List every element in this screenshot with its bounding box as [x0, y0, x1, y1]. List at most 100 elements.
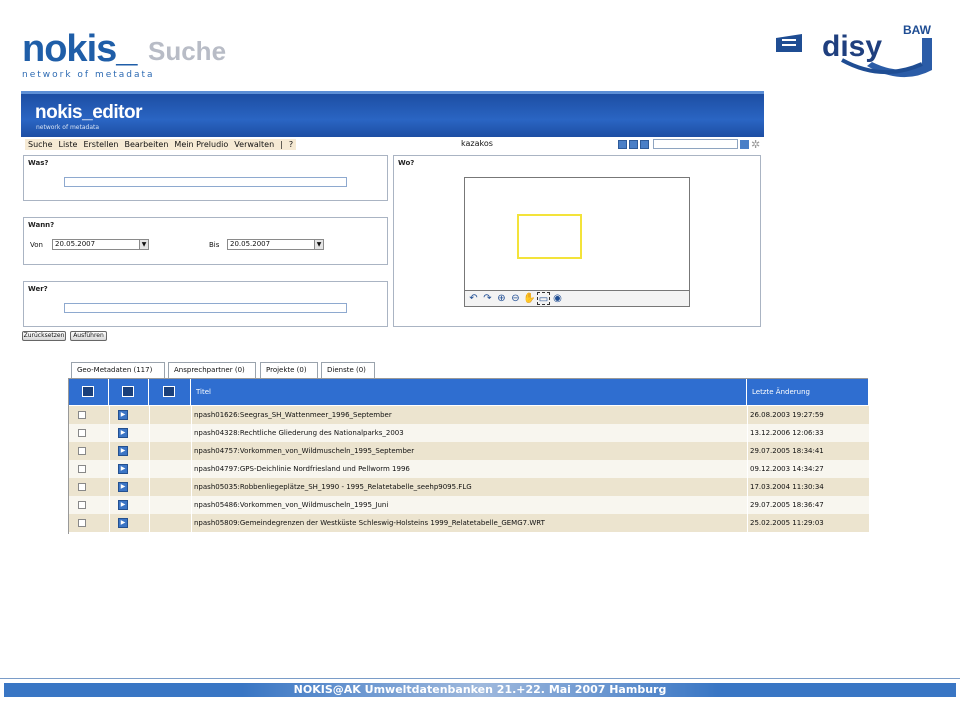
open-arrow-icon[interactable]: ▶: [118, 410, 128, 420]
map-icon[interactable]: [163, 386, 175, 397]
header-open-col: [109, 379, 149, 405]
open-arrow-icon[interactable]: ▶: [118, 518, 128, 528]
wer-panel: Wer?: [23, 281, 388, 327]
map-view[interactable]: ↶ ↷ ⊕ ⊖ ✋ ▭ ◉: [464, 177, 690, 307]
settings-icon[interactable]: ✲: [751, 138, 760, 151]
row-checkbox[interactable]: [78, 483, 86, 491]
footer-bar: NOKIS@AK Umweltdatenbanken 21.+22. Mai 2…: [4, 683, 956, 697]
undo-icon[interactable]: ↶: [467, 292, 480, 305]
back-icon[interactable]: [629, 140, 638, 149]
menu-item-liste[interactable]: Liste: [59, 140, 78, 149]
row-title[interactable]: npash05035:Robbenliegeplätze_SH_1990 - 1…: [194, 478, 744, 496]
row-changed: 17.03.2004 11:30:34: [750, 483, 824, 491]
disy-baw-logo: disy BAW: [776, 20, 934, 78]
play-icon[interactable]: [122, 386, 134, 397]
menu-item-mein-preludio[interactable]: Mein Preludio: [174, 140, 228, 149]
was-label: Was?: [28, 159, 49, 167]
table-row[interactable]: ▶ npash04797:GPS-Deichlinie Nordfrieslan…: [69, 460, 869, 478]
table-row[interactable]: ▶ npash04757:Vorkommen_von_Wildmuscheln_…: [69, 442, 869, 460]
row-checkbox[interactable]: [78, 501, 86, 509]
reset-button[interactable]: Zurücksetzen: [22, 331, 66, 341]
logo-subtitle: network of metadata: [22, 70, 155, 80]
run-button[interactable]: Ausführen: [70, 331, 107, 341]
header-last-changed[interactable]: Letzte Änderung: [747, 379, 869, 405]
row-checkbox[interactable]: [78, 465, 86, 473]
zoom-out-icon[interactable]: ⊖: [509, 292, 522, 305]
row-checkbox[interactable]: [78, 411, 86, 419]
map-toolbar: ↶ ↷ ⊕ ⊖ ✋ ▭ ◉: [465, 290, 689, 306]
disy-text: disy: [822, 30, 882, 63]
app-title: nokis_editor: [35, 102, 142, 123]
menu-item-suche[interactable]: Suche: [28, 140, 53, 149]
von-label: Von: [30, 241, 43, 249]
row-title[interactable]: npash04757:Vorkommen_von_Wildmuscheln_19…: [194, 442, 744, 460]
menu-item-bearbeiten[interactable]: Bearbeiten: [124, 140, 168, 149]
row-changed: 26.08.2003 19:27:59: [750, 411, 824, 419]
tab-ansprechpartner[interactable]: Ansprechpartner (0): [168, 362, 256, 378]
row-title[interactable]: npash05809:Gemeindegrenzen der Westküste…: [194, 514, 744, 532]
slide: nokis_ Suche network of metadata disy BA…: [0, 0, 960, 720]
open-arrow-icon[interactable]: ▶: [118, 428, 128, 438]
header-title[interactable]: Titel: [191, 379, 747, 405]
bis-label: Bis: [209, 241, 220, 249]
open-arrow-icon[interactable]: ▶: [118, 500, 128, 510]
open-arrow-icon[interactable]: ▶: [118, 482, 128, 492]
row-changed: 25.02.2005 11:29:03: [750, 519, 824, 527]
row-checkbox[interactable]: [78, 429, 86, 437]
von-date-field[interactable]: 20.05.2007 ▼: [52, 239, 149, 250]
zoom-extent-icon[interactable]: ◉: [551, 292, 564, 305]
logo-part2: s_: [96, 28, 137, 70]
quick-search-go-icon[interactable]: [740, 140, 749, 149]
chevron-down-icon[interactable]: ▼: [139, 240, 148, 249]
row-checkbox[interactable]: [78, 519, 86, 527]
row-title[interactable]: npash04797:GPS-Deichlinie Nordfriesland …: [194, 460, 744, 478]
table-header: Titel Letzte Änderung: [69, 379, 869, 405]
zoom-in-icon[interactable]: ⊕: [495, 292, 508, 305]
row-title[interactable]: npash01626:Seegras_SH_Wattenmeer_1996_Se…: [194, 406, 744, 424]
was-input[interactable]: [64, 177, 347, 187]
wer-input[interactable]: [64, 303, 347, 313]
header-select-col: [69, 379, 109, 405]
tab-geo-metadaten[interactable]: Geo-Metadaten (117): [71, 362, 165, 379]
forward-icon[interactable]: [640, 140, 649, 149]
redo-icon[interactable]: ↷: [481, 292, 494, 305]
table-row[interactable]: ▶ npash04328:Rechtliche Gliederung des N…: [69, 424, 869, 442]
app-banner: nokis_editor network of metadata: [21, 91, 764, 137]
page-title: Suche: [148, 36, 227, 66]
pan-hand-icon[interactable]: ✋: [523, 292, 536, 305]
menu-bar: Suche Liste Erstellen Bearbeiten Mein Pr…: [21, 137, 764, 152]
menu-separator: |: [280, 140, 283, 149]
bis-date-field[interactable]: 20.05.2007 ▼: [227, 239, 324, 250]
check-icon[interactable]: [618, 140, 627, 149]
row-title[interactable]: npash05486:Vorkommen_von_Wildmuscheln_19…: [194, 496, 744, 514]
table-row[interactable]: ▶ npash05035:Robbenliegeplätze_SH_1990 -…: [69, 478, 869, 496]
app-subtitle: network of metadata: [36, 124, 100, 131]
tab-projekte[interactable]: Projekte (0): [260, 362, 318, 378]
table-row[interactable]: ▶ npash05486:Vorkommen_von_Wildmuscheln_…: [69, 496, 869, 514]
select-box-icon[interactable]: ▭: [537, 292, 550, 305]
menu-item-help[interactable]: ?: [289, 140, 293, 149]
footer-divider: [0, 678, 960, 679]
nokis-logo: nokis_ Suche network of metadata: [22, 28, 226, 80]
quick-search-input[interactable]: [653, 139, 738, 149]
menu-item-verwalten[interactable]: Verwalten: [234, 140, 274, 149]
open-arrow-icon[interactable]: ▶: [118, 464, 128, 474]
select-all-icon[interactable]: [82, 386, 94, 397]
row-changed: 13.12.2006 12:06:33: [750, 429, 824, 437]
row-title[interactable]: npash04328:Rechtliche Gliederung des Nat…: [194, 424, 744, 442]
tab-dienste[interactable]: Dienste (0): [321, 362, 375, 378]
current-user: kazakos: [461, 139, 493, 148]
bis-date-value: 20.05.2007: [230, 240, 271, 248]
menu-item-erstellen[interactable]: Erstellen: [83, 140, 118, 149]
wann-panel: Wann? Von 20.05.2007 ▼ Bis 20.05.2007 ▼: [23, 217, 388, 265]
row-changed: 29.07.2005 18:36:47: [750, 501, 824, 509]
table-row[interactable]: ▶ npash05809:Gemeindegrenzen der Westküs…: [69, 514, 869, 532]
results-table: Titel Letzte Änderung ▶ npash01626:Seegr…: [68, 378, 869, 534]
open-arrow-icon[interactable]: ▶: [118, 446, 128, 456]
map-selection-extent[interactable]: [517, 214, 582, 259]
table-row[interactable]: ▶ npash01626:Seegras_SH_Wattenmeer_1996_…: [69, 406, 869, 424]
was-panel: Was?: [23, 155, 388, 201]
header-map-col: [149, 379, 191, 405]
chevron-down-icon[interactable]: ▼: [314, 240, 323, 249]
row-checkbox[interactable]: [78, 447, 86, 455]
